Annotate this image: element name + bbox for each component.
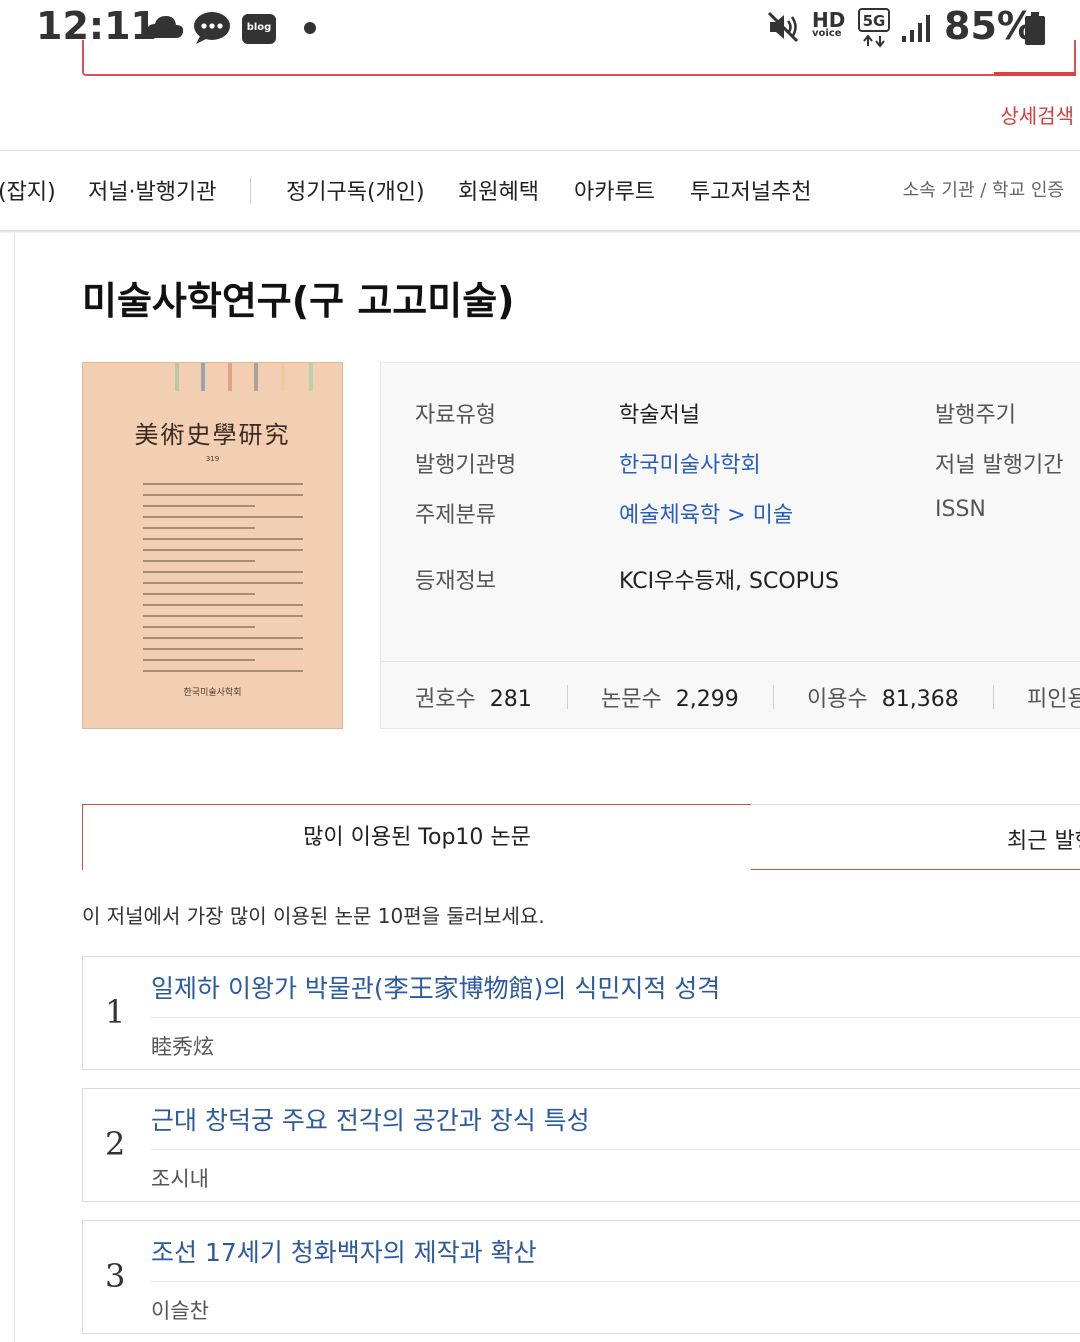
nav-item-journals[interactable]: 저널·발행기관	[88, 174, 216, 206]
cover-publisher: 한국미술사학회	[183, 688, 242, 698]
article-rank: 3	[105, 1257, 126, 1295]
issn-label: ISSN	[935, 497, 986, 522]
list-intro: 이 저널에서 가장 많이 이용된 논문 10편을 둘러보세요.	[82, 904, 545, 928]
cover-stripe	[254, 363, 258, 391]
article-rule	[151, 1149, 1080, 1150]
stat-cited: 피인용	[1027, 687, 1080, 712]
article-rule	[151, 1281, 1080, 1282]
search-bar[interactable]	[82, 40, 1076, 76]
cover-stripe	[281, 363, 285, 391]
institution-auth-link[interactable]: 소속 기관 / 학교 인증	[903, 176, 1064, 202]
stat-separator	[567, 685, 568, 709]
cycle-label: 발행주기	[935, 403, 1016, 428]
stat-separator	[773, 685, 774, 709]
tab-recent[interactable]: 최근 발행	[751, 804, 1080, 870]
svg-text:5G: 5G	[863, 12, 886, 30]
stat-issues: 권호수 281	[415, 687, 532, 712]
cover-stripe	[309, 363, 313, 391]
type-value: 학술저널	[619, 403, 700, 428]
nav-shadow	[0, 230, 1080, 233]
period-label: 저널 발행기간	[935, 453, 1064, 478]
article-rule	[151, 1017, 1080, 1018]
article-author[interactable]: 睦秀炫	[151, 1031, 214, 1061]
article-rank: 2	[105, 1125, 126, 1163]
listing-label: 등재정보	[415, 569, 496, 594]
divider	[0, 150, 1080, 151]
type-label: 자료유형	[415, 403, 496, 428]
main-nav: (잡지) 저널·발행기관 정기구독(개인) 회원혜택 아카루트 투고저널추천 소…	[0, 152, 1080, 230]
article-item[interactable]: 2 근대 창덕궁 주요 전각의 공간과 장식 특성 조시내	[82, 1088, 1080, 1202]
page-title: 미술사학연구(구 고고미술)	[82, 279, 515, 323]
cover-stripe	[201, 363, 205, 391]
nav-item-acaroute[interactable]: 아카루트	[574, 174, 655, 206]
nav-item-subscription[interactable]: 정기구독(개인)	[286, 174, 425, 206]
cover-volume: 319	[205, 455, 220, 463]
cover-title: 美術史學研究	[134, 421, 291, 449]
article-title-link[interactable]: 근대 창덕궁 주요 전각의 공간과 장식 특성	[151, 1101, 590, 1137]
journal-cover[interactable]: 美術史學研究 319 한국미술사학회	[82, 362, 343, 729]
publisher-label: 발행기관명	[415, 453, 517, 478]
stat-papers: 논문수 2,299	[601, 687, 739, 712]
listing-value: KCI우수등재, SCOPUS	[619, 569, 839, 594]
dot-icon	[304, 22, 316, 34]
info-divider	[381, 661, 1080, 662]
article-title-link[interactable]: 일제하 이왕가 박물관(李王家博物館)의 식민지적 성격	[151, 969, 720, 1005]
advanced-search-link[interactable]: 상세검색	[1000, 100, 1074, 129]
article-item[interactable]: 1 일제하 이왕가 박물관(李王家博物館)의 식민지적 성격 睦秀炫	[82, 956, 1080, 1070]
cover-stripe	[228, 363, 232, 391]
stat-usage: 이용수 81,368	[807, 687, 959, 712]
journal-info: 자료유형 학술저널 발행주기 발행기관명 한국미술사학회 저널 발행기간 주제분…	[380, 362, 1080, 729]
subject-link[interactable]: 예술체육학 > 미술	[619, 497, 793, 529]
cover-contents	[143, 483, 303, 681]
cover-stripe	[175, 363, 179, 391]
stat-separator	[993, 685, 994, 709]
nav-separator	[250, 178, 251, 204]
article-rank: 1	[105, 993, 126, 1031]
cloud-icon	[146, 16, 184, 38]
mute-icon	[767, 11, 799, 43]
nav-item-submission[interactable]: 투고저널추천	[690, 174, 811, 206]
tab-top10[interactable]: 많이 이용된 Top10 논문	[82, 804, 752, 870]
article-author[interactable]: 이슬찬	[151, 1295, 209, 1325]
article-author[interactable]: 조시내	[151, 1163, 209, 1193]
subject-label: 주제분류	[415, 503, 496, 528]
nav-item-magazine[interactable]: (잡지)	[0, 174, 56, 206]
left-rule	[14, 233, 15, 1342]
article-item[interactable]: 3 조선 17세기 청화백자의 제작과 확산 이슬찬	[82, 1220, 1080, 1334]
nav-item-benefits[interactable]: 회원혜택	[458, 174, 539, 206]
article-title-link[interactable]: 조선 17세기 청화백자의 제작과 확산	[151, 1233, 537, 1269]
publisher-link[interactable]: 한국미술사학회	[619, 447, 761, 479]
